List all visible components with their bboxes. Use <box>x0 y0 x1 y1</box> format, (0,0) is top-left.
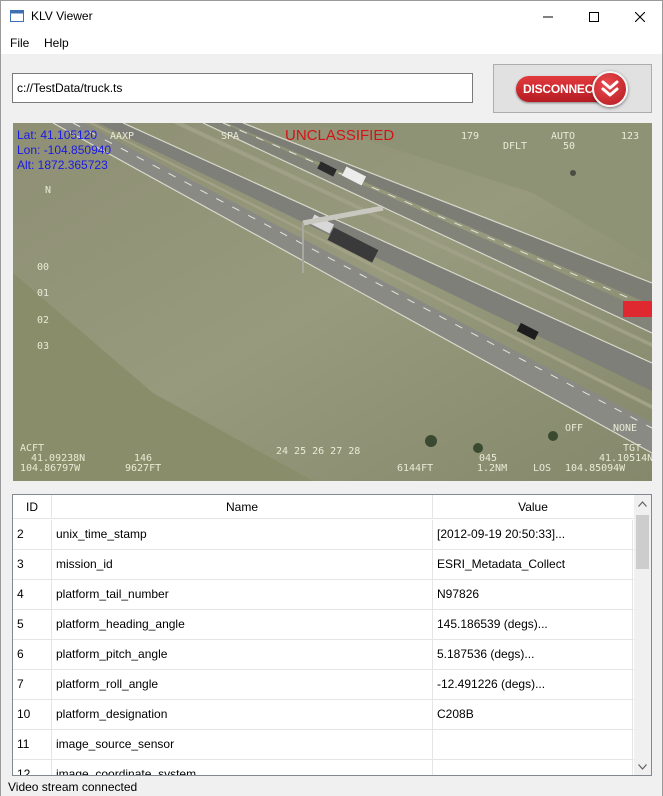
cell-value: 5.187536 (degs)... <box>433 640 633 670</box>
hud-los: LOS <box>533 463 552 474</box>
maximize-icon <box>589 11 599 22</box>
cell-value: N97826 <box>433 580 633 610</box>
table-vertical-scrollbar[interactable] <box>634 495 651 775</box>
cell-id: 10 <box>13 700 52 730</box>
video-source-input[interactable] <box>12 73 473 103</box>
table-row[interactable]: 4 platform_tail_number N97826 <box>13 580 634 610</box>
hud-aaxp: AAXP <box>110 131 135 142</box>
hud-123: 123 <box>621 131 640 142</box>
menu-file[interactable]: File <box>10 36 29 50</box>
cell-id: 5 <box>13 610 52 640</box>
cell-value: -12.491226 (degs)... <box>433 670 633 700</box>
overlay-classification: UNCLASSIFIED <box>285 127 395 144</box>
table-row[interactable]: 10 platform_designation C208B <box>13 700 634 730</box>
cell-value: [2012-09-19 20:50:33]... <box>433 520 633 550</box>
table-body: 2 unix_time_stamp [2012-09-19 20:50:33].… <box>13 520 634 775</box>
cell-name: platform_tail_number <box>52 580 433 610</box>
status-bar: Video stream connected <box>1 779 662 796</box>
hud-50: 50 <box>563 141 576 152</box>
window-title: KLV Viewer <box>31 9 93 23</box>
close-icon <box>635 11 645 22</box>
hud-north-indicator: N <box>45 185 52 196</box>
cell-value <box>433 760 633 775</box>
minimize-icon <box>543 16 553 17</box>
table-row[interactable]: 12 image_coordinate_system <box>13 760 634 775</box>
cell-name: image_coordinate_system <box>52 760 433 775</box>
aerial-scene-image <box>13 123 652 481</box>
cell-id: 7 <box>13 670 52 700</box>
cell-name: image_source_sensor <box>52 730 433 760</box>
overlay-alt: Alt: 1872.365723 <box>17 158 108 172</box>
close-button[interactable] <box>617 1 663 32</box>
cell-value: 145.186539 (degs)... <box>433 610 633 640</box>
double-chevron-down-icon <box>592 71 628 107</box>
cell-id: 6 <box>13 640 52 670</box>
hud-acft-lon: 104.86797W <box>20 463 81 474</box>
cell-value: C208B <box>433 700 633 730</box>
disconnect-label: DISCONNECT <box>523 82 601 96</box>
scroll-up-button[interactable] <box>634 495 651 512</box>
hud-off: OFF <box>565 423 584 434</box>
video-frame: Lat: 41.105120 Lon: -104.850940 Alt: 187… <box>13 123 652 481</box>
klv-metadata-table[interactable]: ID Name Value 2 unix_time_stamp [2012-09… <box>12 494 652 776</box>
table-row[interactable]: 6 platform_pitch_angle 5.187536 (degs)..… <box>13 640 634 670</box>
overlay-lat: Lat: 41.105120 <box>17 128 98 142</box>
cell-value <box>433 730 633 760</box>
header-name[interactable]: Name <box>52 495 433 519</box>
cell-id: 3 <box>13 550 52 580</box>
cell-name: mission_id <box>52 550 433 580</box>
hud-range: 1.2NM <box>477 463 508 474</box>
hud-alt2: 6144FT <box>397 463 434 474</box>
hud-scale-02: 02 <box>37 315 50 326</box>
scroll-up-arrow-icon <box>638 500 647 507</box>
scroll-down-arrow-icon <box>638 763 647 770</box>
table-row[interactable]: 7 platform_roll_angle -12.491226 (degs).… <box>13 670 634 700</box>
hud-none: NONE <box>613 423 638 434</box>
minimize-button[interactable] <box>525 1 571 32</box>
hud-dflt: DFLT <box>503 141 528 152</box>
klv-viewer-window: KLV Viewer File Help DISCONNECT <box>0 0 663 796</box>
header-value[interactable]: Value <box>433 495 633 519</box>
cell-name: platform_heading_angle <box>52 610 433 640</box>
cell-id: 2 <box>13 520 52 550</box>
cell-id: 4 <box>13 580 52 610</box>
hud-acft-alt: 9627FT <box>125 463 162 474</box>
maximize-button[interactable] <box>571 1 617 32</box>
cell-name: platform_designation <box>52 700 433 730</box>
title-bar[interactable]: KLV Viewer <box>1 1 662 32</box>
scroll-thumb[interactable] <box>636 515 649 569</box>
hud-scale-01: 01 <box>37 288 50 299</box>
status-text: Video stream connected <box>8 780 138 794</box>
overlay-lon: Lon: -104.850940 <box>17 143 112 157</box>
hud-179: 179 <box>461 131 480 142</box>
cell-id: 11 <box>13 730 52 760</box>
header-id[interactable]: ID <box>13 495 52 519</box>
table-row[interactable]: 5 platform_heading_angle 145.186539 (deg… <box>13 610 634 640</box>
menu-help[interactable]: Help <box>44 36 69 50</box>
hud-spa: SPA <box>221 131 240 142</box>
table-row[interactable]: 11 image_source_sensor <box>13 730 634 760</box>
table-row[interactable]: 2 unix_time_stamp [2012-09-19 20:50:33].… <box>13 520 634 550</box>
hud-scale-03: 03 <box>37 341 50 352</box>
scroll-down-button[interactable] <box>634 758 651 775</box>
menu-bar: File Help <box>1 32 662 54</box>
table-row[interactable]: 3 mission_id ESRI_Metadata_Collect <box>13 550 634 580</box>
cell-id: 12 <box>13 760 52 775</box>
cell-name: unix_time_stamp <box>52 520 433 550</box>
cell-name: platform_pitch_angle <box>52 640 433 670</box>
hud-tgt-lon: 104.85094W <box>565 463 626 474</box>
cell-value: ESRI_Metadata_Collect <box>433 550 633 580</box>
disconnect-button[interactable]: DISCONNECT <box>493 64 652 113</box>
hud-scale-00: 00 <box>37 262 50 273</box>
cell-name: platform_roll_angle <box>52 670 433 700</box>
hud-ticks: 24 25 26 27 28 <box>276 446 361 457</box>
app-window-icon <box>10 10 24 22</box>
table-header: ID Name Value <box>13 495 634 519</box>
